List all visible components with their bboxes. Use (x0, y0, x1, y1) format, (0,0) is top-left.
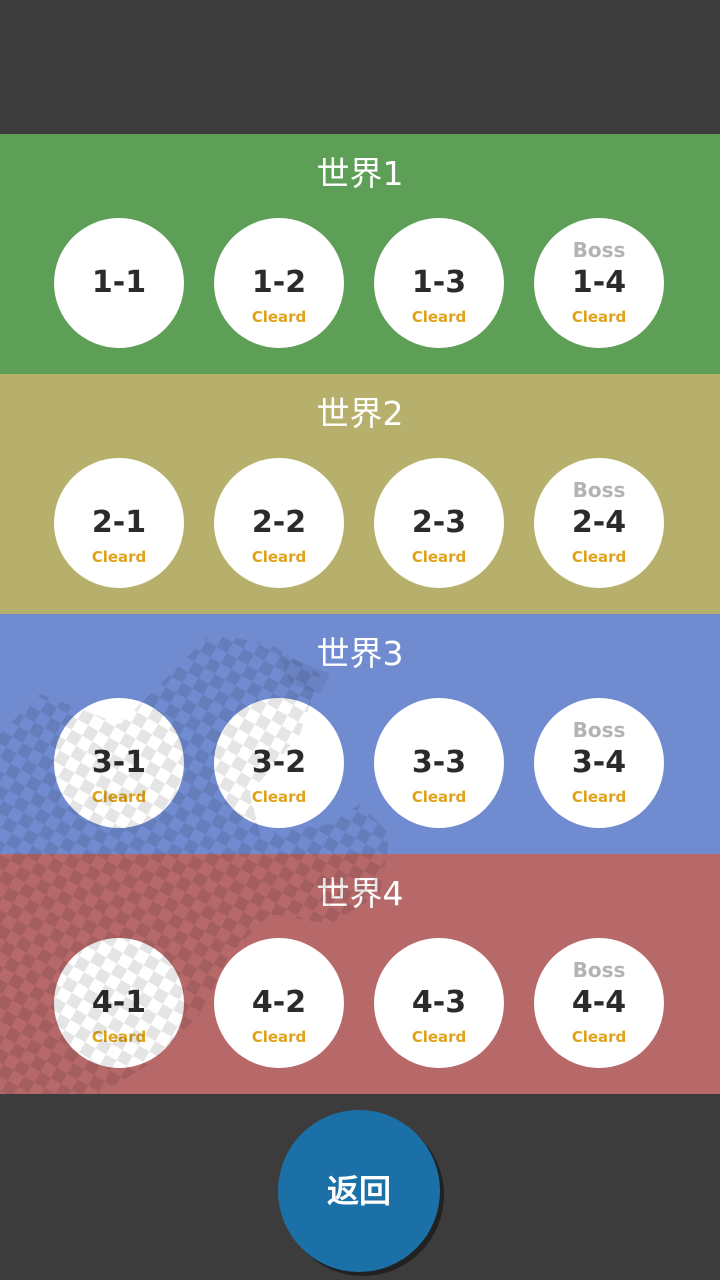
world-list: 世界1 1-1 1-2 Cleard 1-3 Cleard Boss 1-4 C… (0, 134, 720, 1094)
stage-1-3-button[interactable]: 1-3 Cleard (374, 218, 504, 348)
stage-number: 1-1 (91, 265, 147, 300)
back-button-label: 返回 (326, 1172, 391, 1210)
world-4-title: 世界4 (316, 874, 404, 913)
world-2-panel: 世界2 2-1 Cleard 2-2 Cleard 2-3 Cleard Bos… (0, 374, 720, 614)
world-3-title: 世界3 (316, 634, 404, 673)
stage-3-2-button[interactable]: 3-2 Cleard (214, 698, 344, 828)
cleared-label: Cleard (251, 548, 307, 566)
stage-number: 4-3 (411, 985, 467, 1020)
world-2-title: 世界2 (316, 394, 404, 433)
world-1-panel: 世界1 1-1 1-2 Cleard 1-3 Cleard Boss 1-4 C… (0, 134, 720, 374)
world-3-panel: 世界3 3-1 Cleard 3-2 Cleard 3-3 Cleard Bos… (0, 614, 720, 854)
stage-number: 4-1 (91, 985, 147, 1020)
stage-2-4-button[interactable]: Boss 2-4 Cleard (534, 458, 664, 588)
cleared-label: Cleard (411, 1028, 467, 1046)
cleared-label: Cleard (251, 308, 307, 326)
boss-label: Boss (572, 958, 626, 982)
stage-3-1-button[interactable]: 3-1 Cleard (54, 698, 184, 828)
boss-label: Boss (572, 238, 626, 262)
stage-number: 2-4 (571, 505, 627, 540)
stage-1-2-button[interactable]: 1-2 Cleard (214, 218, 344, 348)
boss-label: Boss (572, 718, 626, 742)
boss-label: Boss (572, 478, 626, 502)
stage-number: 2-1 (91, 505, 147, 540)
cleared-label: Cleard (411, 548, 467, 566)
stage-number: 1-4 (571, 265, 627, 300)
stage-number: 3-1 (91, 745, 147, 780)
stage-1-1-button[interactable]: 1-1 (54, 218, 184, 348)
stage-1-4-button[interactable]: Boss 1-4 Cleard (534, 218, 664, 348)
cleared-label: Cleard (91, 1028, 147, 1046)
top-bar (0, 0, 720, 134)
cleared-label: Cleard (571, 788, 627, 806)
cleared-label: Cleard (571, 1028, 627, 1046)
stage-number: 3-3 (411, 745, 467, 780)
cleared-label: Cleard (251, 1028, 307, 1046)
cleared-label: Cleard (91, 788, 147, 806)
stage-3-3-button[interactable]: 3-3 Cleard (374, 698, 504, 828)
stage-3-4-button[interactable]: Boss 3-4 Cleard (534, 698, 664, 828)
cleared-label: Cleard (251, 788, 307, 806)
stage-number: 1-2 (251, 265, 307, 300)
stage-number: 2-2 (251, 505, 307, 540)
cleared-label: Cleard (91, 548, 147, 566)
stage-number: 1-3 (411, 265, 467, 300)
cleared-label: Cleard (411, 788, 467, 806)
cleared-label: Cleard (571, 308, 627, 326)
stage-number: 3-2 (251, 745, 307, 780)
stage-4-1-button[interactable]: 4-1 Cleard (54, 938, 184, 1068)
world-1-title: 世界1 (316, 154, 404, 193)
stage-4-4-button[interactable]: Boss 4-4 Cleard (534, 938, 664, 1068)
stage-number: 3-4 (571, 745, 627, 780)
stage-2-2-button[interactable]: 2-2 Cleard (214, 458, 344, 588)
cleared-label: Cleard (411, 308, 467, 326)
stage-2-1-button[interactable]: 2-1 Cleard (54, 458, 184, 588)
back-button[interactable]: 返回 (278, 1110, 440, 1272)
stage-number: 4-4 (571, 985, 627, 1020)
stage-number: 4-2 (251, 985, 307, 1020)
world-4-panel: 世界4 4-1 Cleard 4-2 Cleard 4-3 Cleard Bos… (0, 854, 720, 1094)
cleared-label: Cleard (571, 548, 627, 566)
stage-number: 2-3 (411, 505, 467, 540)
stage-4-2-button[interactable]: 4-2 Cleard (214, 938, 344, 1068)
stage-2-3-button[interactable]: 2-3 Cleard (374, 458, 504, 588)
stage-4-3-button[interactable]: 4-3 Cleard (374, 938, 504, 1068)
